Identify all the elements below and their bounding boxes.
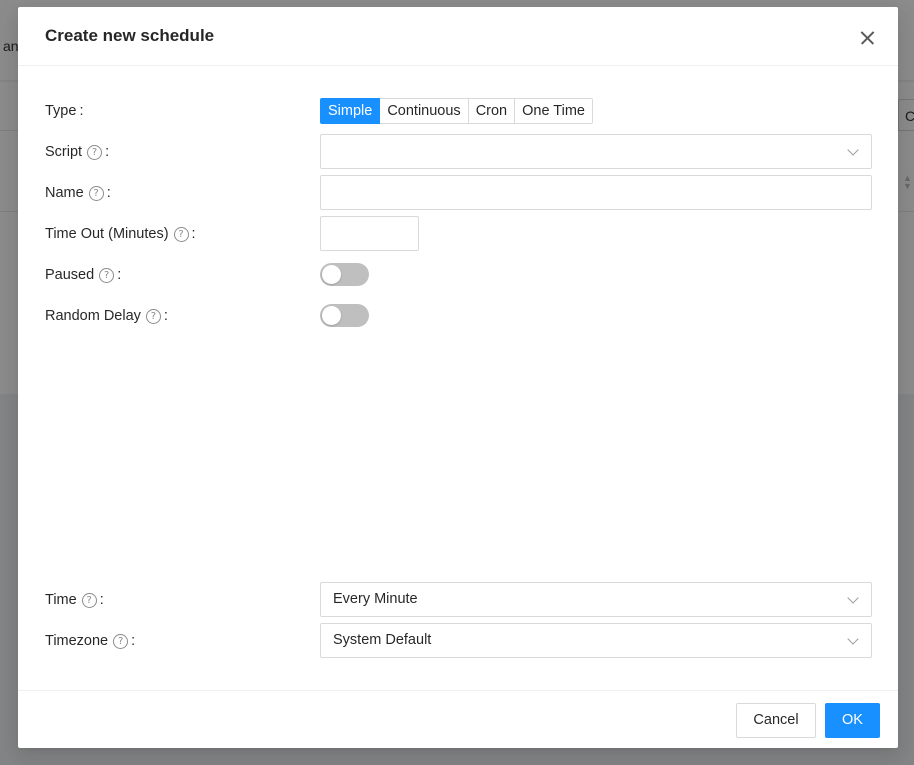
- name-label: Name ? :: [45, 175, 111, 211]
- paused-row: Paused ? :: [18, 257, 898, 293]
- label-colon: :: [131, 633, 136, 649]
- name-row: Name ? :: [18, 175, 898, 211]
- chevron-down-icon: [847, 144, 859, 156]
- time-label: Time ? :: [45, 582, 104, 618]
- paused-label: Paused ? :: [45, 257, 121, 293]
- timeout-input[interactable]: [320, 216, 419, 251]
- help-icon[interactable]: ?: [81, 592, 97, 608]
- timeout-label-text: Time Out (Minutes): [45, 226, 169, 242]
- script-label-text: Script: [45, 144, 83, 160]
- type-option-one-time[interactable]: One Time: [515, 98, 593, 124]
- timeout-label: Time Out (Minutes) ? :: [45, 216, 196, 252]
- label-colon: :: [106, 185, 111, 201]
- timezone-label-text: Timezone: [45, 633, 109, 649]
- time-select-value: Every Minute: [333, 591, 418, 607]
- paused-label-text: Paused: [45, 267, 95, 283]
- type-radio-group: Simple Continuous Cron One Time: [320, 98, 593, 124]
- timezone-select[interactable]: System Default: [320, 623, 872, 658]
- name-label-text: Name: [45, 185, 84, 201]
- type-option-simple[interactable]: Simple: [320, 98, 381, 124]
- timeout-row: Time Out (Minutes) ? :: [18, 216, 898, 252]
- label-colon: :: [105, 144, 110, 160]
- name-input[interactable]: [320, 175, 872, 210]
- type-option-cron[interactable]: Cron: [468, 98, 516, 124]
- timezone-select-value: System Default: [333, 632, 432, 648]
- help-icon[interactable]: ?: [88, 185, 104, 201]
- time-row: Time ? : Every Minute: [18, 582, 898, 618]
- label-colon: :: [117, 267, 122, 283]
- help-icon[interactable]: ?: [113, 633, 129, 649]
- help-icon[interactable]: ?: [87, 144, 103, 160]
- timezone-row: Timezone ? : System Default: [18, 623, 898, 659]
- script-row: Script ? :: [18, 134, 898, 170]
- random-delay-switch[interactable]: [320, 304, 369, 327]
- switch-knob: [322, 265, 341, 284]
- random-delay-label: Random Delay ? :: [45, 298, 168, 334]
- type-option-continuous[interactable]: Continuous: [380, 98, 469, 124]
- create-schedule-dialog: Create new schedule Type : Simple Contin…: [18, 7, 898, 748]
- dialog-header: Create new schedule: [18, 7, 898, 66]
- time-label-text: Time: [45, 592, 77, 608]
- switch-knob: [322, 306, 341, 325]
- type-label: Type :: [45, 93, 83, 129]
- chevron-down-icon: [847, 633, 859, 645]
- type-label-text: Type: [45, 103, 77, 119]
- dialog-footer: Cancel OK: [18, 690, 898, 748]
- help-icon[interactable]: ?: [173, 226, 189, 242]
- chevron-down-icon: [847, 592, 859, 604]
- random-delay-row: Random Delay ? :: [18, 298, 898, 334]
- random-delay-label-text: Random Delay: [45, 308, 141, 324]
- paused-switch[interactable]: [320, 263, 369, 286]
- dialog-title: Create new schedule: [45, 26, 215, 45]
- time-select[interactable]: Every Minute: [320, 582, 872, 617]
- label-colon: :: [99, 592, 104, 608]
- ok-button[interactable]: OK: [825, 703, 880, 738]
- timezone-label: Timezone ? :: [45, 623, 135, 659]
- close-icon[interactable]: [856, 27, 878, 49]
- cancel-button[interactable]: Cancel: [736, 703, 816, 738]
- script-label: Script ? :: [45, 134, 109, 170]
- label-colon: :: [79, 103, 84, 119]
- label-colon: :: [163, 308, 168, 324]
- label-colon: :: [191, 226, 196, 242]
- help-icon[interactable]: ?: [145, 308, 161, 324]
- script-select[interactable]: [320, 134, 872, 169]
- help-icon[interactable]: ?: [99, 267, 115, 283]
